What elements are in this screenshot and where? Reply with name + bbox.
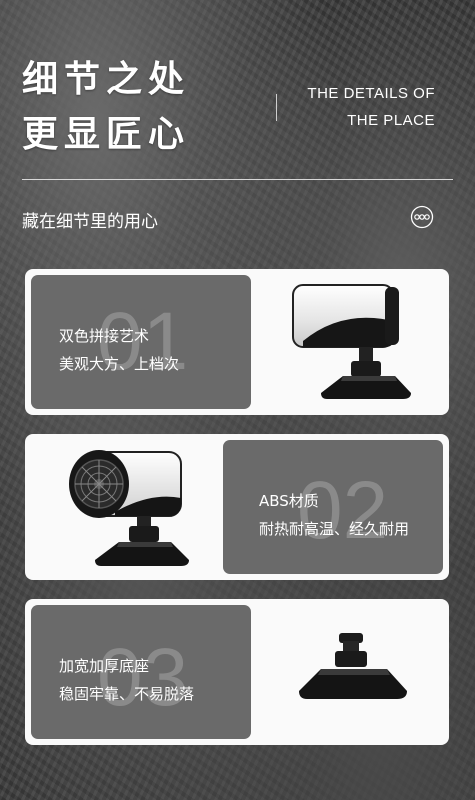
feature-description: 稳固牢靠、不易脱落 — [59, 685, 195, 703]
heater-fan-view-image — [69, 450, 189, 566]
three-circles-link-icon — [410, 205, 434, 229]
title-line-1: 细节之处 — [22, 59, 191, 100]
feature-description: 美观大方、上档次 — [59, 355, 180, 373]
feature-card-3: 03 加宽加厚底座 稳固牢靠、不易脱落 — [25, 599, 449, 745]
feature-description: 耐热耐高温、经久耐用 — [259, 520, 410, 538]
english-title-line-1: THE DETAILS OF — [307, 85, 435, 102]
english-title-line-2: THE PLACE — [347, 112, 435, 129]
feature-card-1: 01 双色拼接艺术 美观大方、上档次 — [25, 269, 449, 415]
feature-panel-2: 02 ABS材质 耐热耐高温、经久耐用 — [223, 440, 443, 574]
feature-title: 双色拼接艺术 — [59, 327, 150, 345]
header-divider — [276, 94, 277, 121]
feature-number: 02 — [297, 465, 389, 556]
feature-panel-3: 03 加宽加厚底座 稳固牢靠、不易脱落 — [31, 605, 251, 739]
feature-title: ABS材质 — [259, 492, 319, 510]
section-subtitle: 藏在细节里的用心 — [22, 212, 158, 232]
title-line-2: 更显匠心 — [22, 114, 191, 155]
base-mount-image — [299, 633, 407, 699]
section-divider — [22, 179, 453, 180]
feature-title: 加宽加厚底座 — [59, 657, 150, 675]
heater-side-view-image — [292, 284, 411, 399]
feature-number: 03 — [97, 632, 189, 723]
feature-panel-1: 01 双色拼接艺术 美观大方、上档次 — [31, 275, 251, 409]
feature-card-2: 02 ABS材质 耐热耐高温、经久耐用 — [25, 434, 449, 580]
